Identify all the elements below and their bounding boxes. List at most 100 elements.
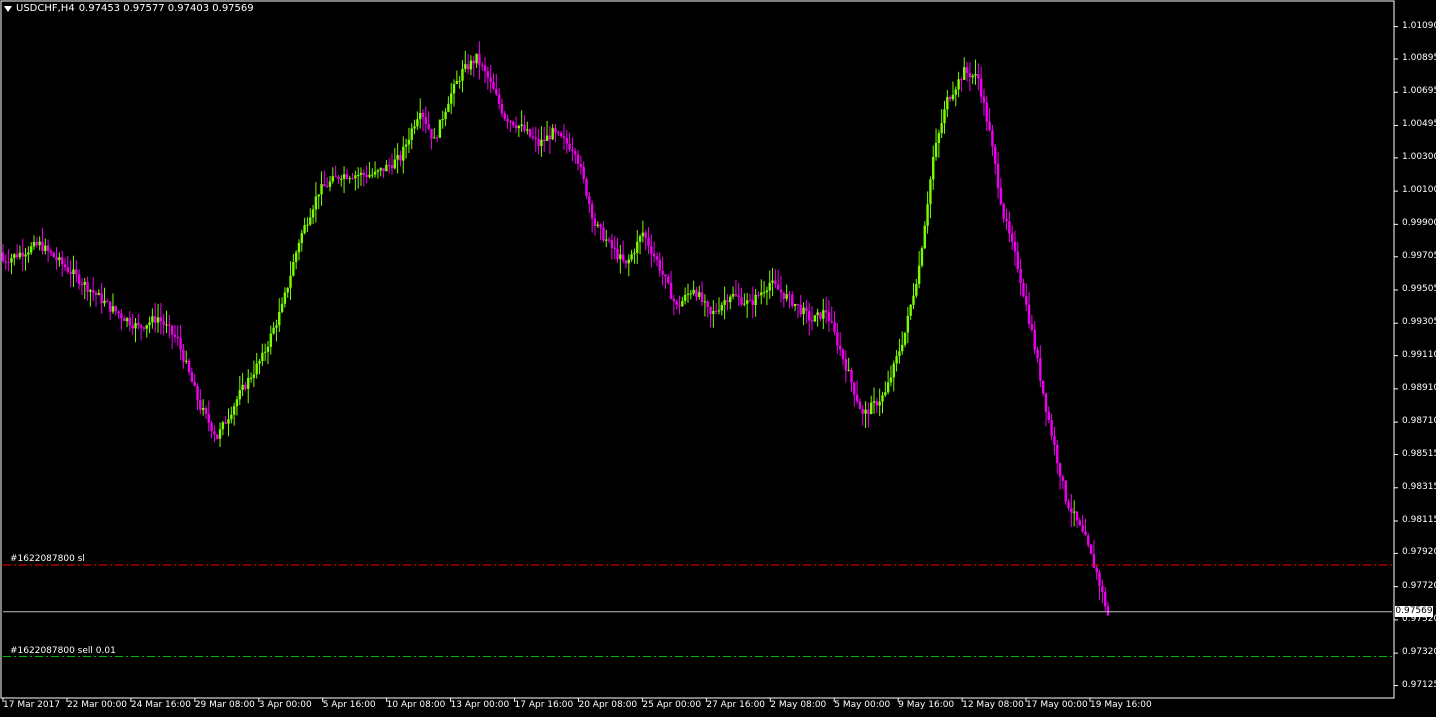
candle-body: [793, 304, 797, 307]
y-tick-label: 0.97920: [1402, 547, 1436, 558]
candle-body: [740, 297, 743, 305]
candle-body: [244, 384, 247, 389]
candle-body: [1039, 358, 1042, 381]
candle-body: [275, 325, 278, 328]
candle-body: [492, 81, 495, 89]
candle-body: [709, 306, 712, 315]
candle-body: [585, 178, 588, 197]
candle-body: [199, 399, 202, 410]
chart-canvas[interactable]: [0, 0, 1436, 717]
candle-body: [421, 112, 425, 118]
candle-body: [1070, 508, 1073, 513]
candle-body: [15, 254, 19, 258]
candle-body: [340, 178, 343, 180]
candle-body: [416, 119, 419, 127]
candle-body: [844, 359, 848, 371]
candle-body: [813, 315, 817, 322]
candle-body: [847, 369, 850, 371]
candle-body: [672, 298, 676, 302]
candle-body: [807, 311, 811, 321]
candle-body: [435, 137, 439, 139]
candle-body: [66, 267, 70, 272]
candle-body: [139, 325, 143, 328]
candle-body: [359, 172, 363, 175]
candle-body: [751, 300, 755, 306]
candle-body: [898, 351, 901, 357]
candle-body: [1081, 525, 1084, 532]
candle-body: [517, 125, 521, 129]
candle-body: [280, 303, 284, 313]
candle-body: [486, 71, 490, 78]
candle-body: [782, 292, 786, 299]
candle-body: [331, 176, 335, 182]
candle-body: [55, 257, 58, 261]
candle-body: [957, 79, 960, 90]
candle-body: [593, 218, 597, 226]
candle-body: [994, 146, 997, 164]
candle-body: [314, 196, 318, 210]
candle-body: [1106, 606, 1110, 616]
candle-body: [985, 102, 988, 122]
candle-body: [294, 252, 298, 262]
candle-body: [323, 184, 326, 187]
y-tick-label: 0.99305: [1402, 317, 1436, 328]
y-tick-label: 0.99110: [1402, 349, 1436, 360]
candle-body: [92, 290, 95, 293]
candle-body: [878, 401, 881, 406]
candle-body: [337, 176, 340, 180]
candle-body: [695, 289, 698, 297]
candle-body: [162, 321, 165, 325]
candle-body: [450, 93, 453, 104]
candle-body: [348, 178, 351, 180]
candle-body: [376, 170, 380, 172]
candle-body: [13, 254, 16, 258]
candle-body: [210, 422, 213, 432]
candle-body: [58, 257, 61, 261]
candle-body: [125, 318, 129, 322]
candle-body: [647, 237, 650, 247]
menu-triangle-icon[interactable]: [4, 5, 12, 12]
candle-body: [607, 239, 611, 241]
candle-body: [334, 176, 337, 178]
candle-body: [886, 382, 890, 393]
candle-body: [548, 135, 552, 140]
candle-body: [77, 274, 81, 285]
candle-body: [650, 246, 653, 254]
candle-body: [176, 336, 179, 339]
candle-body: [692, 289, 695, 294]
candle-body: [1008, 221, 1011, 234]
candle-body: [263, 351, 267, 353]
x-tick-label: 12 May 08:00: [962, 700, 1024, 710]
candle-body: [771, 280, 774, 283]
candle-body: [765, 290, 769, 293]
candle-body: [934, 142, 938, 157]
candle-body: [258, 361, 261, 364]
candle-body: [810, 320, 814, 322]
candle-body: [630, 254, 633, 260]
candle-body: [636, 241, 639, 253]
chart-header[interactable]: USDCHF,H4 0.97453 0.97577 0.97403 0.9756…: [4, 3, 254, 14]
candle-body: [483, 65, 487, 72]
candle-body: [297, 242, 301, 253]
candle-body: [86, 282, 89, 292]
candle-body: [230, 414, 233, 420]
x-tick-label: 17 Mar 2017: [3, 700, 61, 710]
candle-body: [895, 356, 898, 364]
candle-body: [965, 67, 969, 73]
candle-body: [413, 126, 416, 129]
candle-body: [438, 119, 442, 138]
candle-body: [712, 310, 715, 315]
x-tick-label: 13 Apr 00:00: [450, 700, 510, 710]
candle-body: [1041, 380, 1045, 394]
candle-body: [774, 280, 777, 285]
candle-body: [475, 53, 478, 64]
candle-body: [1044, 393, 1048, 412]
candle-body: [796, 304, 800, 306]
candle-body: [757, 294, 760, 296]
candle-body: [1027, 304, 1031, 324]
candle-body: [892, 363, 895, 378]
candle-body: [545, 135, 549, 141]
candle-body: [903, 332, 907, 345]
candle-body: [971, 75, 974, 78]
candle-body: [599, 224, 602, 228]
